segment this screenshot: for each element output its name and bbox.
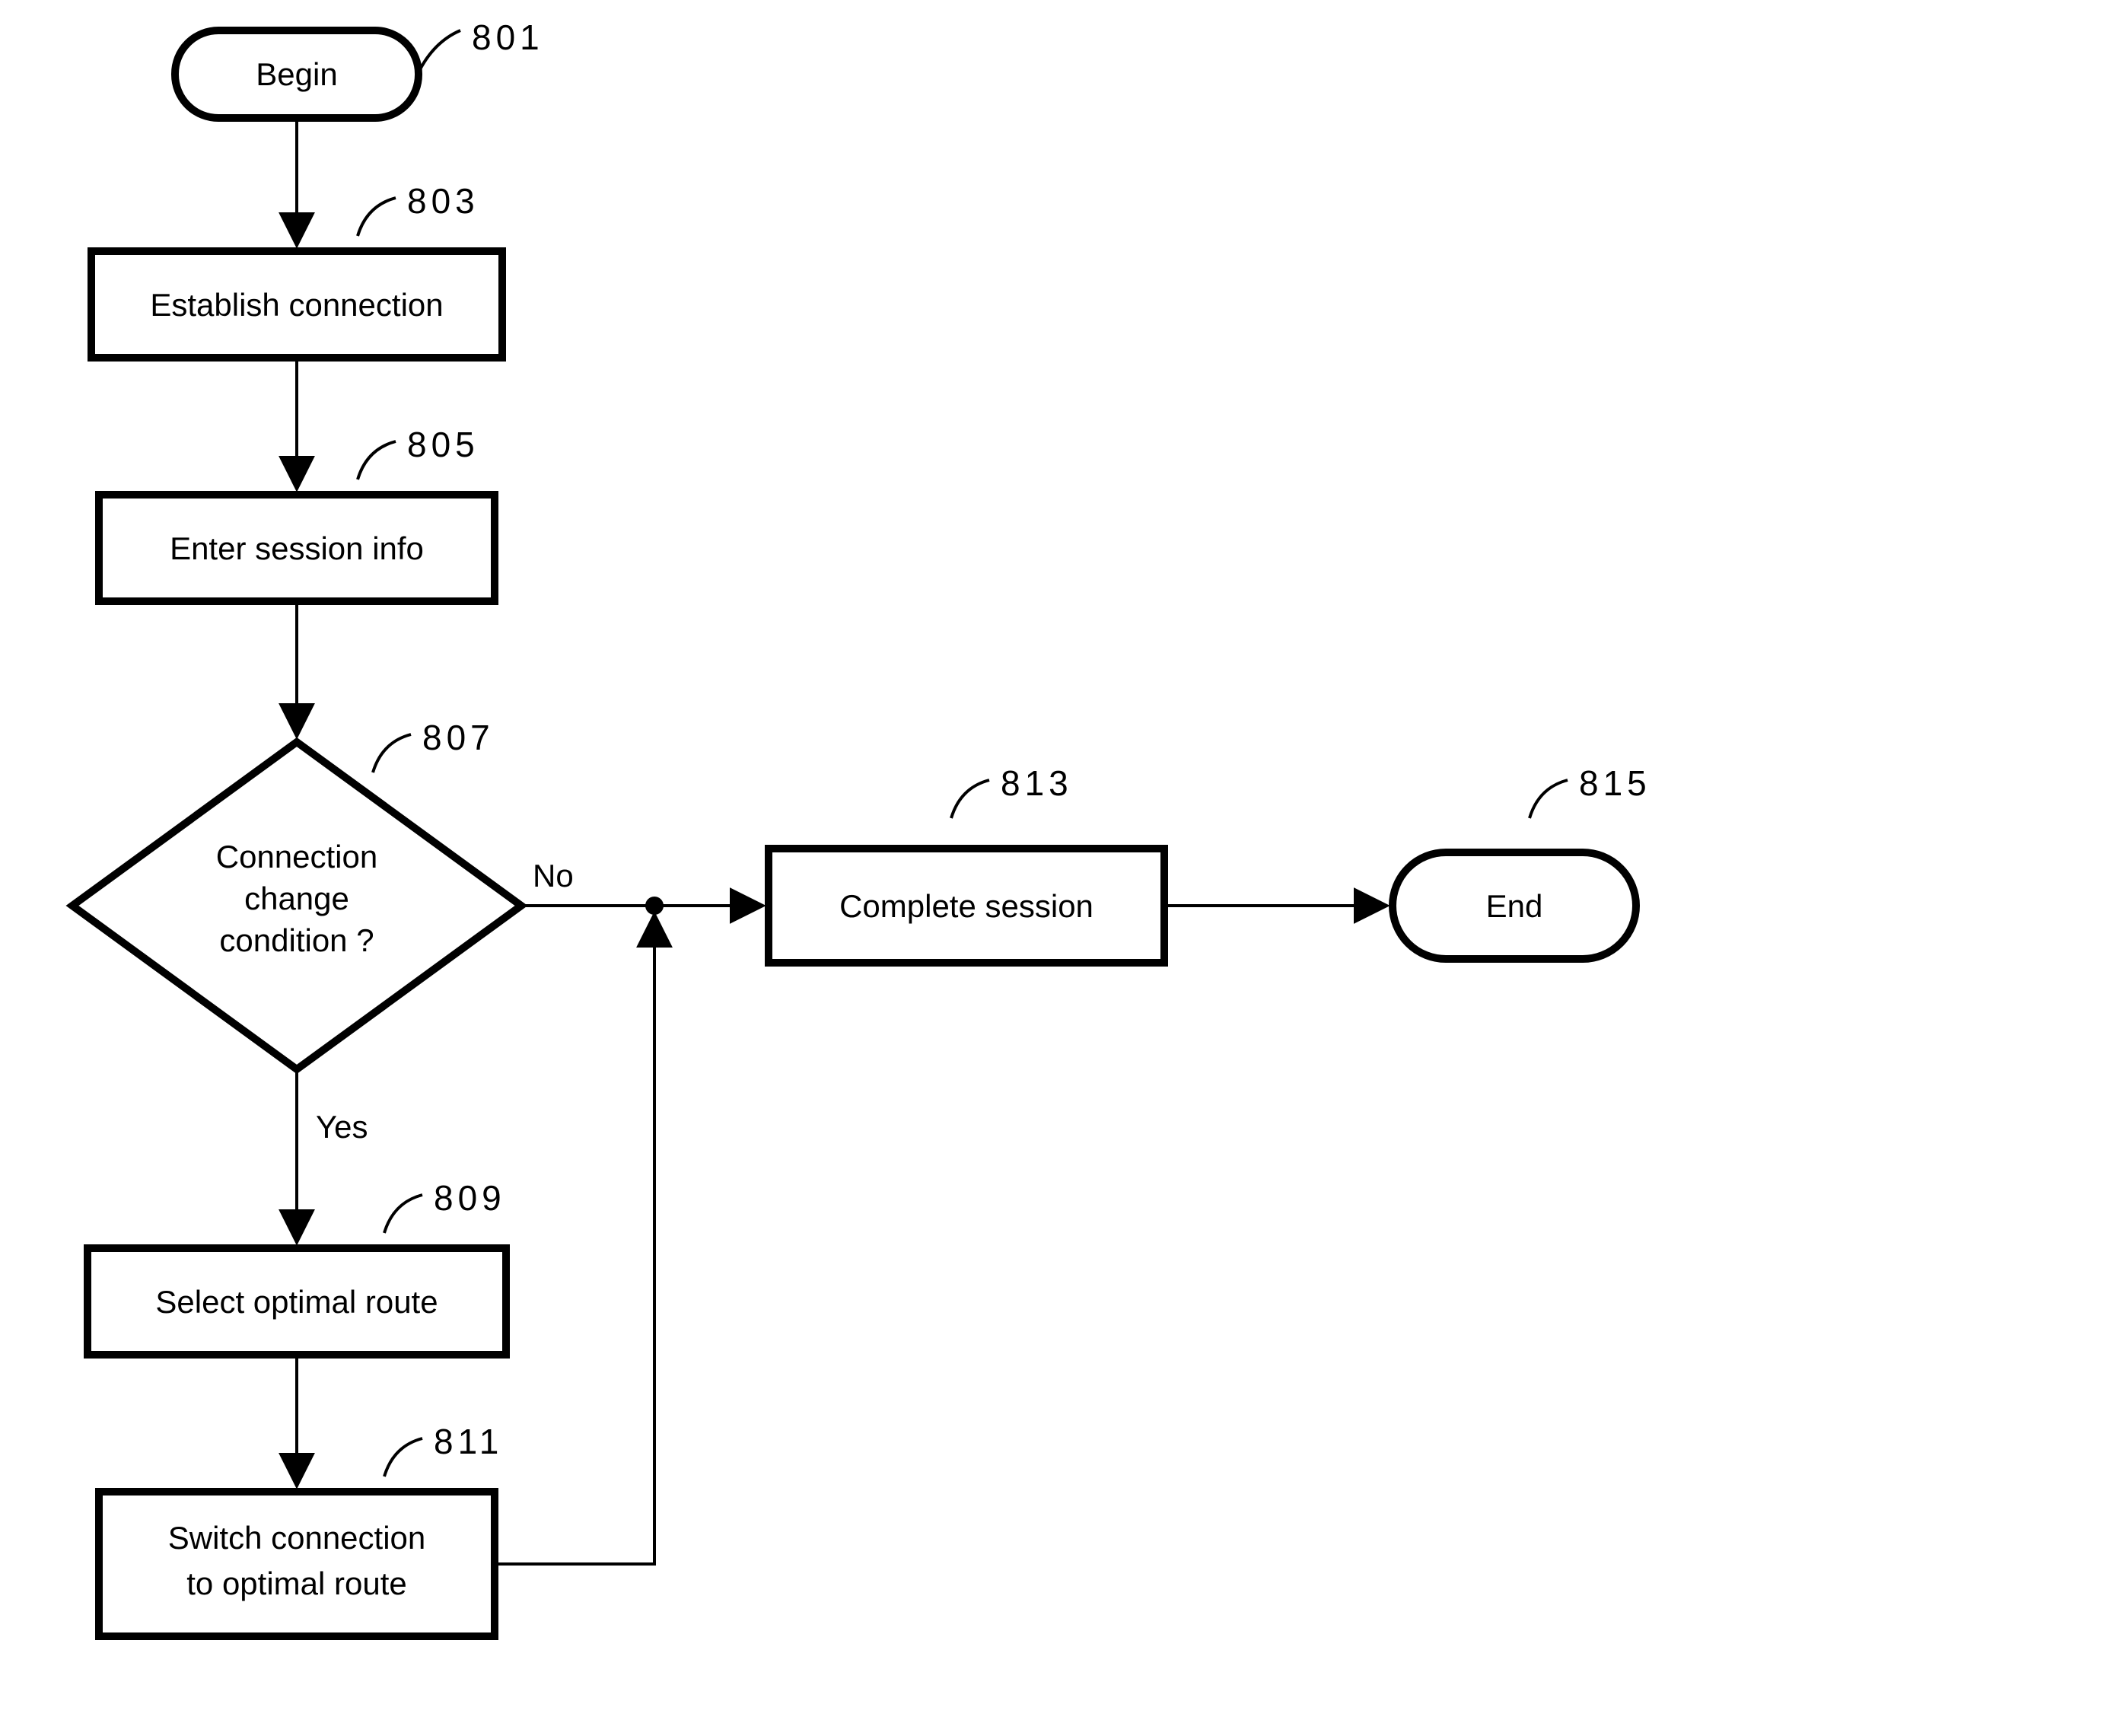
- node-811: Switch connection to optimal route: [99, 1492, 495, 1636]
- n811-line1: Switch connection: [168, 1520, 426, 1556]
- edge-yes-label: Yes: [316, 1109, 368, 1145]
- node-805: Enter session info: [99, 495, 495, 601]
- ref-801-label: 801: [472, 18, 544, 57]
- n803-label: Establish connection: [150, 287, 443, 323]
- ref-811: 811: [384, 1422, 503, 1476]
- n809-label: Select optimal route: [155, 1284, 438, 1320]
- edge-no-label: No: [533, 858, 574, 893]
- node-809: Select optimal route: [88, 1248, 506, 1355]
- end-label: End: [1486, 888, 1543, 924]
- ref-809: 809: [384, 1178, 506, 1233]
- n807-line3: condition ?: [219, 922, 374, 958]
- edge-811-loop: [495, 915, 654, 1564]
- ref-811-label: 811: [434, 1422, 503, 1461]
- ref-813-label: 813: [1001, 763, 1073, 803]
- node-begin: Begin: [175, 30, 419, 118]
- ref-801: 801: [419, 18, 544, 72]
- ref-805: 805: [358, 425, 479, 479]
- n807-line1: Connection: [216, 839, 377, 874]
- ref-813: 813: [951, 763, 1073, 818]
- node-807: Connection change condition ?: [72, 742, 521, 1069]
- n811-line2: to optimal route: [186, 1566, 407, 1601]
- node-813: Complete session: [769, 849, 1164, 963]
- ref-815: 815: [1530, 763, 1651, 818]
- ref-807: 807: [373, 718, 495, 772]
- flowchart: Begin 801 Establish connection 803 Enter…: [0, 0, 2101, 1736]
- ref-805-label: 805: [407, 425, 479, 464]
- n805-label: Enter session info: [170, 530, 424, 566]
- junction-dot: [645, 897, 664, 915]
- ref-803: 803: [358, 181, 479, 236]
- n807-line2: change: [244, 881, 349, 916]
- ref-803-label: 803: [407, 181, 479, 221]
- n813-label: Complete session: [839, 888, 1093, 924]
- ref-807-label: 807: [422, 718, 495, 757]
- ref-815-label: 815: [1579, 763, 1651, 803]
- ref-809-label: 809: [434, 1178, 506, 1218]
- node-803: Establish connection: [91, 251, 502, 358]
- begin-label: Begin: [256, 56, 337, 92]
- node-end: End: [1393, 852, 1636, 959]
